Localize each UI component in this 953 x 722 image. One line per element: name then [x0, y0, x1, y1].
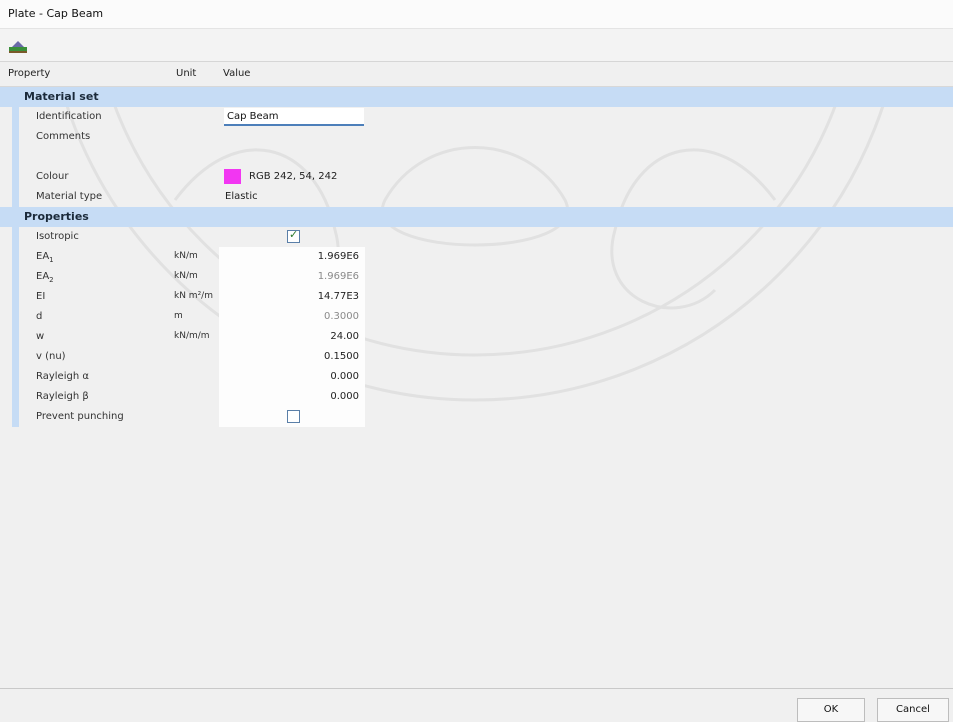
rayleigh-beta-value: 0.000	[330, 391, 359, 402]
cancel-button[interactable]: Cancel	[877, 698, 949, 722]
row-gutter	[12, 227, 19, 247]
row-nu[interactable]: v (nu) 0.1500	[0, 347, 953, 367]
identification-value: Cap Beam	[227, 111, 279, 122]
unit-label: kN m²/m	[174, 291, 213, 301]
unit-label: m	[174, 311, 183, 321]
row-rayleigh-alpha[interactable]: Rayleigh α 0.000	[0, 367, 953, 387]
row-w[interactable]: w kN/m/m 24.00	[0, 327, 953, 347]
row-gutter	[12, 367, 19, 387]
row-gutter	[12, 127, 19, 167]
row-gutter	[12, 387, 19, 407]
row-prevent-punching[interactable]: Prevent punching	[0, 407, 953, 427]
row-gutter	[12, 167, 19, 187]
ea1-value: 1.969E6	[317, 251, 359, 262]
property-label: w	[36, 331, 45, 342]
d-input[interactable]: 0.3000	[219, 307, 365, 327]
row-ei[interactable]: EI kN m²/m 14.77E3	[0, 287, 953, 307]
row-material-type[interactable]: Material type Elastic	[0, 187, 953, 207]
row-identification[interactable]: Identification Cap Beam	[0, 107, 953, 127]
group-properties[interactable]: Properties	[0, 207, 953, 227]
row-gutter	[12, 307, 19, 327]
unit-label: kN/m	[174, 251, 198, 261]
property-label: EI	[36, 291, 46, 302]
ok-button[interactable]: OK	[797, 698, 865, 722]
colour-swatch	[224, 169, 241, 184]
property-column-header[interactable]: Property	[8, 68, 50, 79]
row-gutter	[12, 187, 19, 207]
colour-picker[interactable]: RGB 242, 54, 242	[219, 167, 365, 187]
row-gutter	[12, 107, 19, 127]
comments-input[interactable]	[219, 127, 365, 167]
label-main: EA	[36, 271, 50, 282]
property-label: Identification	[36, 111, 102, 122]
row-colour[interactable]: Colour RGB 242, 54, 242	[0, 167, 953, 187]
property-grid: Material set Identification Cap Beam Com…	[0, 87, 953, 427]
group-material-set[interactable]: Material set	[0, 87, 953, 107]
prevent-punching-checkbox[interactable]	[287, 410, 300, 423]
row-gutter	[12, 267, 19, 287]
window-title: Plate - Cap Beam	[8, 7, 104, 20]
property-label: Rayleigh β	[36, 391, 89, 402]
value-column-header[interactable]: Value	[223, 68, 250, 79]
row-gutter	[12, 247, 19, 267]
property-label: d	[36, 311, 43, 322]
unit-label: kN/m/m	[174, 331, 210, 341]
row-ea2[interactable]: EA2 kN/m 1.969E6	[0, 267, 953, 287]
ea2-value: 1.969E6	[317, 271, 359, 282]
plate-icon[interactable]	[8, 38, 28, 54]
row-gutter	[12, 407, 19, 427]
nu-input[interactable]: 0.1500	[219, 347, 365, 367]
isotropic-cell: ✓	[219, 227, 365, 247]
ea2-input[interactable]: 1.969E6	[219, 267, 365, 287]
row-ea1[interactable]: EA1 kN/m 1.969E6	[0, 247, 953, 267]
identification-input[interactable]: Cap Beam	[224, 108, 364, 126]
unit-column-header[interactable]: Unit	[176, 68, 196, 79]
ea1-input[interactable]: 1.969E6	[219, 247, 365, 267]
unit-label: kN/m	[174, 271, 198, 281]
property-label: EA2	[36, 271, 54, 284]
checkmark-icon: ✓	[289, 228, 299, 241]
d-value: 0.3000	[324, 311, 359, 322]
ei-value: 14.77E3	[317, 291, 359, 302]
dialog-footer: OK Cancel	[0, 688, 953, 722]
row-isotropic[interactable]: Isotropic ✓	[0, 227, 953, 247]
w-input[interactable]: 24.00	[219, 327, 365, 347]
nu-value: 0.1500	[324, 351, 359, 362]
prevent-punching-cell	[219, 407, 365, 427]
title-bar: Plate - Cap Beam	[0, 0, 953, 29]
rayleigh-alpha-value: 0.000	[330, 371, 359, 382]
ei-input[interactable]: 14.77E3	[219, 287, 365, 307]
row-comments[interactable]: Comments	[0, 127, 953, 167]
material-type-select[interactable]: Elastic	[219, 187, 365, 207]
property-label: Prevent punching	[36, 411, 124, 422]
rayleigh-beta-input[interactable]: 0.000	[219, 387, 365, 407]
property-label: Material type	[36, 191, 103, 202]
property-label: Isotropic	[36, 231, 79, 242]
group-label: Material set	[24, 90, 99, 103]
row-gutter	[12, 287, 19, 307]
row-rayleigh-beta[interactable]: Rayleigh β 0.000	[0, 387, 953, 407]
group-label: Properties	[24, 210, 89, 223]
label-main: EA	[36, 251, 50, 262]
column-header: Property Unit Value	[0, 62, 953, 87]
w-value: 24.00	[330, 331, 359, 342]
material-type-value: Elastic	[225, 191, 258, 202]
colour-value: RGB 242, 54, 242	[249, 171, 338, 182]
property-label: Rayleigh α	[36, 371, 89, 382]
label-subscript: 2	[49, 276, 54, 284]
property-label: Colour	[36, 171, 69, 182]
isotropic-checkbox[interactable]: ✓	[287, 228, 300, 243]
property-label: EA1	[36, 251, 54, 264]
row-d[interactable]: d m 0.3000	[0, 307, 953, 327]
row-gutter	[12, 327, 19, 347]
row-gutter	[12, 347, 19, 367]
toolbar	[0, 29, 953, 62]
property-label: v (nu)	[36, 351, 66, 362]
property-label: Comments	[36, 131, 91, 142]
rayleigh-alpha-input[interactable]: 0.000	[219, 367, 365, 387]
label-subscript: 1	[49, 256, 54, 264]
